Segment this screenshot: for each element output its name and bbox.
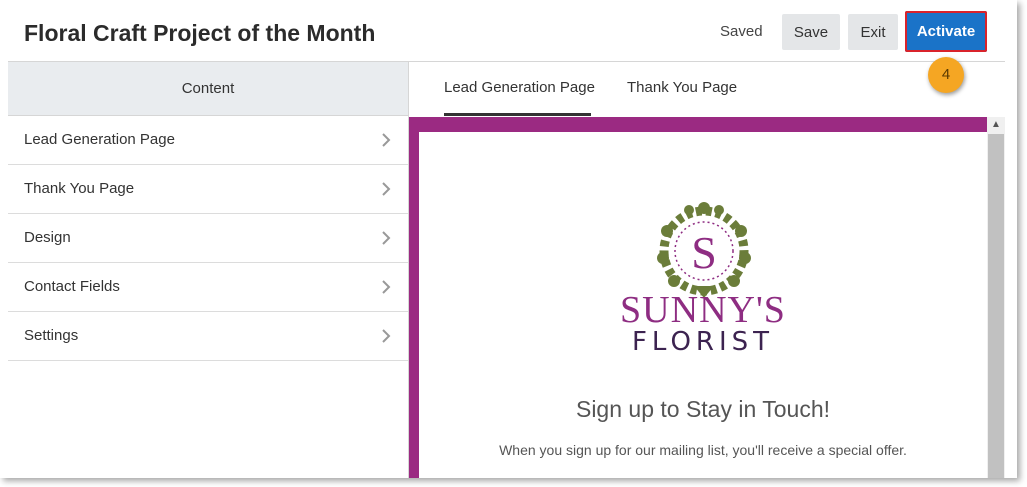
sidebar-item-label: Lead Generation Page — [24, 131, 175, 148]
brand-subtitle: FLORIST — [631, 327, 775, 357]
app-window: Floral Craft Project of the Month Saved … — [0, 0, 1017, 478]
chevron-right-icon — [382, 182, 391, 196]
header: Floral Craft Project of the Month Saved … — [0, 0, 1017, 62]
exit-button[interactable]: Exit — [848, 14, 898, 50]
scroll-up-arrow-icon[interactable]: ▲ — [987, 117, 1005, 133]
sidebar-item-contact-fields[interactable]: Contact Fields — [8, 263, 408, 312]
preview-page: S SUNNY'S FLORIST Sign up to Stay in Tou… — [419, 132, 987, 478]
sidebar: Content Lead Generation Page Thank You P… — [8, 62, 408, 478]
chevron-right-icon — [382, 280, 391, 294]
preview-tabs: Lead Generation Page Thank You Page — [409, 62, 1005, 117]
signup-heading: Sign up to Stay in Touch! — [575, 396, 831, 422]
scrollbar-thumb[interactable] — [988, 134, 1004, 478]
sidebar-item-label: Design — [24, 229, 71, 246]
tab-lead-generation-page[interactable]: Lead Generation Page — [444, 62, 595, 116]
page-title: Floral Craft Project of the Month — [24, 20, 376, 46]
logo-monogram: S — [691, 227, 717, 278]
sidebar-item-label: Thank You Page — [24, 180, 135, 197]
sidebar-item-lead-generation-page[interactable]: Lead Generation Page — [8, 116, 408, 165]
save-status: Saved — [720, 23, 763, 40]
sidebar-item-settings[interactable]: Settings — [8, 312, 408, 361]
tab-thank-you-page[interactable]: Thank You Page — [627, 62, 737, 116]
sidebar-item-thank-you-page[interactable]: Thank You Page — [8, 165, 408, 214]
sidebar-item-label: Settings — [24, 327, 79, 344]
chevron-right-icon — [382, 133, 391, 147]
save-button[interactable]: Save — [782, 14, 840, 50]
chevron-right-icon — [382, 231, 391, 245]
brand-name: SUNNY'S — [620, 289, 786, 331]
chevron-right-icon — [382, 329, 391, 343]
sidebar-item-design[interactable]: Design — [8, 214, 408, 263]
sidebar-heading: Content — [8, 62, 408, 116]
step-callout-badge: 4 — [928, 57, 964, 93]
sidebar-item-label: Contact Fields — [24, 278, 120, 295]
signup-description: When you sign up for our mailing list, y… — [499, 442, 907, 458]
activate-button[interactable]: Activate — [905, 11, 987, 52]
